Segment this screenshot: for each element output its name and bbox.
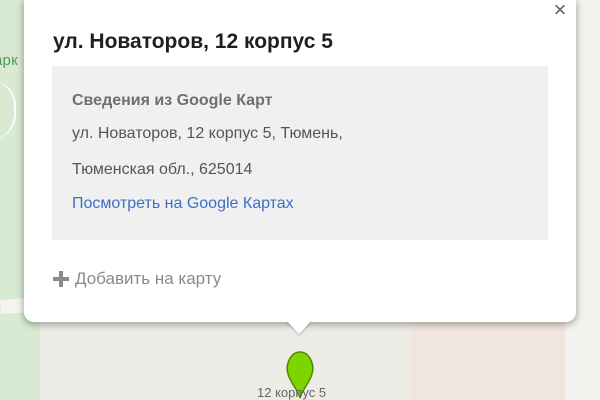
map-park-path [0,80,16,140]
google-maps-info-box: Сведения из Google Карт ул. Новаторов, 1… [52,66,548,240]
add-to-map-button[interactable]: Добавить на карту [53,267,221,291]
map-marker-label: 12 корпус 5 [257,385,327,400]
map-park-label: арк [0,52,18,69]
address-line-1: ул. Новаторов, 12 корпус 5, Тюмень, [72,125,343,142]
address-line-2: Тюменская обл., 625014 [72,161,253,178]
place-info-popup: × ул. Новаторов, 12 корпус 5 Сведения из… [24,0,576,322]
close-icon[interactable]: × [548,0,572,23]
add-to-map-label: Добавить на карту [75,269,222,288]
popup-title: ул. Новаторов, 12 корпус 5 [53,30,333,53]
popup-pointer [286,320,312,334]
plus-icon [53,271,69,287]
info-heading: Сведения из Google Карт [72,92,273,109]
view-on-google-maps-link[interactable]: Посмотреть на Google Картах [72,195,294,213]
